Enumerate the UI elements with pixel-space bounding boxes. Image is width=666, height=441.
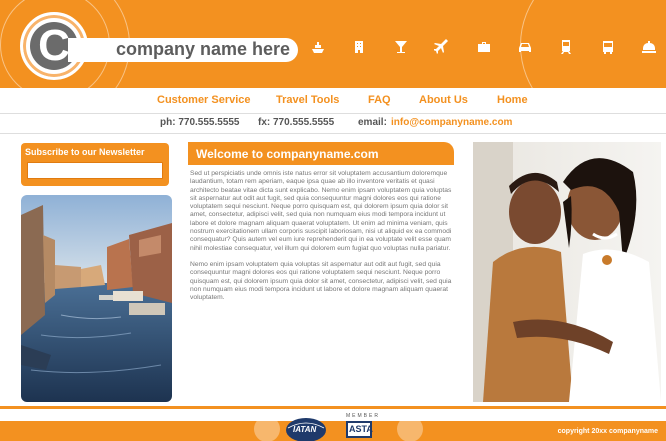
divider [0,113,666,114]
train-icon[interactable] [554,39,578,61]
asta-member-label: MEMBER [346,413,380,419]
divider [0,133,666,134]
cocktail-icon[interactable] [389,39,413,61]
nav-travel-tools[interactable]: Travel Tools [276,94,339,106]
iatan-label: IATAN [293,425,317,434]
car-icon[interactable] [513,39,537,61]
asta-logo-box: ASTA [346,421,373,438]
newsletter-email-input[interactable] [27,162,163,179]
newsletter-title: Subscribe to our Newsletter [25,147,145,157]
contact-email-label: email: [358,117,387,128]
couple-photo [473,142,661,402]
nav-home[interactable]: Home [497,94,528,106]
venice-canal-illustration [21,195,172,402]
company-name: company name here [116,39,291,59]
welcome-body: Sed ut perspiciatis unde omnis iste natu… [190,170,456,310]
footer-top-stripe [0,406,666,409]
hotel-icon[interactable] [347,39,371,61]
venice-canal-photo [21,195,172,402]
company-name-pill: company name here [68,38,298,62]
body-paragraph: Nemo enim ipsam voluptatem quia voluptas… [190,260,452,302]
nav-customer-service[interactable]: Customer Service [157,94,251,106]
iatan-badge: IATAN [282,412,330,441]
asta-badge: MEMBER ASTA [342,412,382,441]
header-banner: C company name here [0,0,666,88]
nav-about-us[interactable]: About Us [419,94,468,106]
contact-phone: ph: 770.555.5555 [160,117,240,128]
nav-faq[interactable]: FAQ [368,94,391,106]
body-paragraph: Sed ut perspiciatis unde omnis iste natu… [190,170,452,252]
main-nav: Customer Service Travel Tools FAQ About … [0,94,666,112]
contact-email-link[interactable]: info@companyname.com [391,117,512,128]
cruise-ship-icon[interactable] [306,39,330,61]
contact-bar: ph: 770.555.5555 fx: 770.555.5555 email:… [0,117,666,131]
welcome-title: Welcome to companyname.com [196,147,379,161]
travel-icon-bar [306,38,661,62]
bus-icon[interactable] [596,39,620,61]
copyright-text: copyright 20xx companyname [557,428,658,435]
airplane-icon[interactable] [430,39,454,61]
contact-fax: fx: 770.555.5555 [258,117,335,128]
couple-illustration [473,142,661,402]
concierge-bell-icon[interactable] [637,39,661,61]
asta-label: ASTA [349,424,373,434]
welcome-heading-bar: Welcome to companyname.com [188,142,454,165]
footer-decor-disc [397,416,423,441]
footer-decor-disc [254,416,280,441]
newsletter-box: Subscribe to our Newsletter [21,143,169,186]
briefcase-icon[interactable] [472,39,496,61]
